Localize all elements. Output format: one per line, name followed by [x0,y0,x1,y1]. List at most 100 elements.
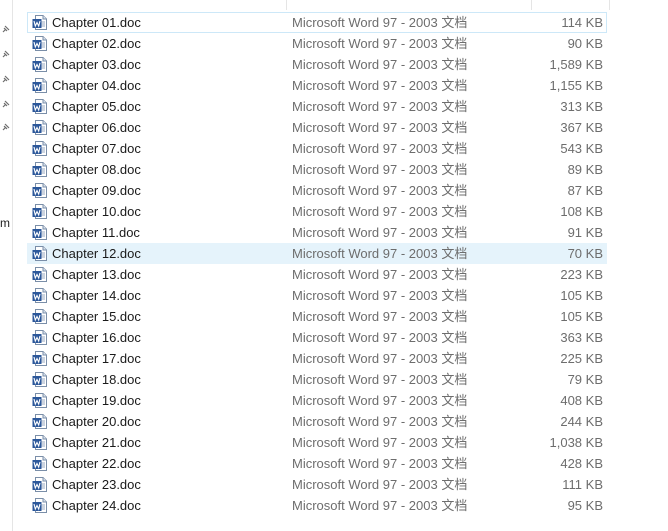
file-name[interactable]: Chapter 01.doc [52,12,141,33]
file-type: Microsoft Word 97 - 2003 文档 [292,435,468,450]
file-row[interactable]: Chapter 05.doc Microsoft Word 97 - 2003 文… [27,96,607,117]
file-row[interactable]: Chapter 16.doc Microsoft Word 97 - 2003 文… [27,327,607,348]
file-size: 1,155 KB [549,78,604,93]
file-type: Microsoft Word 97 - 2003 文档 [292,288,468,303]
file-name[interactable]: Chapter 12.doc [52,243,141,264]
pin-icon[interactable] [1,25,10,34]
pin-icon[interactable] [1,75,10,84]
file-row[interactable]: Chapter 20.doc Microsoft Word 97 - 2003 文… [27,411,607,432]
file-size: 313 KB [560,99,603,114]
file-row[interactable]: Chapter 22.doc Microsoft Word 97 - 2003 文… [27,453,607,474]
file-size: 225 KB [560,351,603,366]
file-name[interactable]: Chapter 23.doc [52,474,141,495]
file-type: Microsoft Word 97 - 2003 文档 [292,183,468,198]
file-type: Microsoft Word 97 - 2003 文档 [292,393,468,408]
file-name[interactable]: Chapter 22.doc [52,453,141,474]
file-name[interactable]: Chapter 07.doc [52,138,141,159]
word-document-icon [32,414,47,429]
file-explorer: m Chapter 01.doc Microsoft Word 97 - 2003… [0,0,668,531]
word-document-icon [32,330,47,345]
file-name[interactable]: Chapter 05.doc [52,96,141,117]
file-name[interactable]: Chapter 24.doc [52,495,141,516]
file-row[interactable]: Chapter 10.doc Microsoft Word 97 - 2003 文… [27,201,607,222]
pin-icon[interactable] [1,100,10,109]
file-type: Microsoft Word 97 - 2003 文档 [292,330,468,345]
column-divider[interactable] [531,0,532,10]
file-name[interactable]: Chapter 06.doc [52,117,141,138]
file-name[interactable]: Chapter 02.doc [52,33,141,54]
word-document-icon [32,372,47,387]
file-size: 91 KB [567,225,603,240]
file-name[interactable]: Chapter 21.doc [52,432,141,453]
word-document-icon [32,183,47,198]
file-row[interactable]: Chapter 12.doc Microsoft Word 97 - 2003 文… [27,243,607,264]
file-row[interactable]: Chapter 21.doc Microsoft Word 97 - 2003 文… [27,432,607,453]
word-document-icon [32,204,47,219]
file-name[interactable]: Chapter 11.doc [52,222,140,243]
file-type: Microsoft Word 97 - 2003 文档 [292,246,468,261]
file-size: 95 KB [567,498,603,513]
file-name[interactable]: Chapter 20.doc [52,411,141,432]
file-name[interactable]: Chapter 18.doc [52,369,141,390]
file-type: Microsoft Word 97 - 2003 文档 [292,498,468,513]
file-row[interactable]: Chapter 14.doc Microsoft Word 97 - 2003 文… [27,285,607,306]
file-name[interactable]: Chapter 15.doc [52,306,141,327]
file-name[interactable]: Chapter 13.doc [52,264,141,285]
file-type: Microsoft Word 97 - 2003 文档 [292,36,468,51]
file-size: 108 KB [560,204,603,219]
file-row[interactable]: Chapter 06.doc Microsoft Word 97 - 2003 文… [27,117,607,138]
file-type: Microsoft Word 97 - 2003 文档 [292,414,468,429]
word-document-icon [32,309,47,324]
file-type: Microsoft Word 97 - 2003 文档 [292,456,468,471]
file-row[interactable]: Chapter 24.doc Microsoft Word 97 - 2003 文… [27,495,607,516]
file-row[interactable]: Chapter 07.doc Microsoft Word 97 - 2003 文… [27,138,607,159]
word-document-icon [32,99,47,114]
file-name[interactable]: Chapter 10.doc [52,201,141,222]
file-type: Microsoft Word 97 - 2003 文档 [292,351,468,366]
file-size: 244 KB [560,414,603,429]
file-type: Microsoft Word 97 - 2003 文档 [292,78,468,93]
file-row[interactable]: Chapter 04.doc Microsoft Word 97 - 2003 文… [27,75,607,96]
file-type: Microsoft Word 97 - 2003 文档 [292,225,468,240]
pin-icon[interactable] [1,50,10,59]
file-row[interactable]: Chapter 15.doc Microsoft Word 97 - 2003 文… [27,306,607,327]
file-type: Microsoft Word 97 - 2003 文档 [292,15,468,30]
column-divider[interactable] [286,0,287,10]
file-row[interactable]: Chapter 19.doc Microsoft Word 97 - 2003 文… [27,390,607,411]
file-row[interactable]: Chapter 08.doc Microsoft Word 97 - 2003 文… [27,159,607,180]
file-row[interactable]: Chapter 18.doc Microsoft Word 97 - 2003 文… [27,369,607,390]
file-size: 70 KB [567,246,603,261]
file-row[interactable]: Chapter 11.doc Microsoft Word 97 - 2003 文… [27,222,607,243]
file-name[interactable]: Chapter 09.doc [52,180,141,201]
word-document-icon [32,120,47,135]
file-size: 543 KB [560,141,603,156]
file-row[interactable]: Chapter 23.doc Microsoft Word 97 - 2003 文… [27,474,607,495]
file-size: 105 KB [560,288,603,303]
file-row[interactable]: Chapter 09.doc Microsoft Word 97 - 2003 文… [27,180,607,201]
file-type: Microsoft Word 97 - 2003 文档 [292,372,468,387]
file-name[interactable]: Chapter 17.doc [52,348,141,369]
file-name[interactable]: Chapter 16.doc [52,327,141,348]
file-size: 114 KB [561,15,603,30]
file-row[interactable]: Chapter 03.doc Microsoft Word 97 - 2003 文… [27,54,607,75]
nav-item-label[interactable]: m [0,216,10,230]
file-name[interactable]: Chapter 04.doc [52,75,141,96]
file-name[interactable]: Chapter 19.doc [52,390,141,411]
word-document-icon [32,435,47,450]
word-document-icon [32,498,47,513]
file-type: Microsoft Word 97 - 2003 文档 [292,477,468,492]
file-row[interactable]: Chapter 17.doc Microsoft Word 97 - 2003 文… [27,348,607,369]
file-size: 367 KB [560,120,603,135]
file-name[interactable]: Chapter 03.doc [52,54,141,75]
file-type: Microsoft Word 97 - 2003 文档 [292,309,468,324]
column-divider[interactable] [609,0,610,10]
file-type: Microsoft Word 97 - 2003 文档 [292,267,468,282]
word-document-icon [32,36,47,51]
file-type: Microsoft Word 97 - 2003 文档 [292,57,468,72]
pin-icon[interactable] [1,123,10,132]
file-row[interactable]: Chapter 13.doc Microsoft Word 97 - 2003 文… [27,264,607,285]
file-name[interactable]: Chapter 14.doc [52,285,141,306]
file-row[interactable]: Chapter 02.doc Microsoft Word 97 - 2003 文… [27,33,607,54]
file-row[interactable]: Chapter 01.doc Microsoft Word 97 - 2003 文… [27,12,607,33]
file-name[interactable]: Chapter 08.doc [52,159,141,180]
